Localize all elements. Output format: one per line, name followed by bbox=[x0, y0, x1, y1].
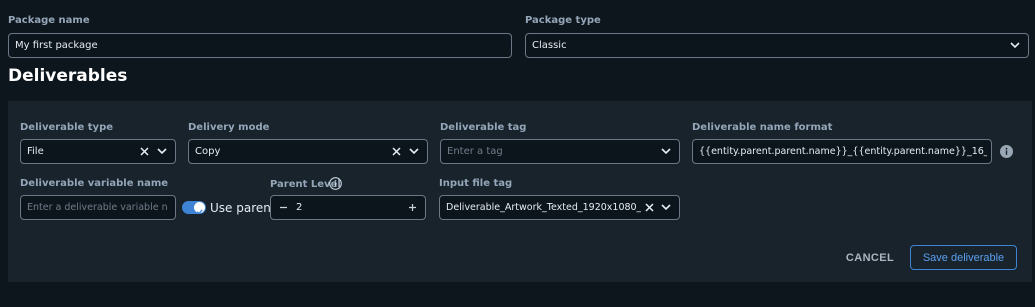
package-type-select[interactable]: Classic bbox=[525, 33, 1029, 58]
parent-level-stepper[interactable]: 2 bbox=[270, 195, 426, 220]
name-format-input[interactable]: {{entity.parent.parent.name}}_{{entity.p… bbox=[692, 139, 992, 164]
info-icon[interactable] bbox=[329, 177, 342, 190]
chevron-down-icon[interactable] bbox=[1010, 42, 1020, 49]
cancel-button[interactable]: CANCEL bbox=[840, 246, 900, 270]
variable-name-input[interactable]: Enter a deliverable variable name bbox=[20, 195, 176, 220]
use-parent-toggle[interactable] bbox=[182, 201, 206, 215]
toggle-knob bbox=[194, 202, 205, 215]
plus-icon[interactable] bbox=[408, 203, 417, 212]
deliverable-type-select[interactable]: File bbox=[20, 139, 176, 164]
clear-icon[interactable] bbox=[645, 203, 654, 212]
package-name-value: My first package bbox=[15, 40, 98, 51]
deliverable-type-value: File bbox=[27, 146, 44, 157]
chevron-down-icon[interactable] bbox=[409, 148, 419, 155]
input-file-tag-value: Deliverable_Artwork_Texted_1920x1080_EN bbox=[446, 202, 641, 213]
clear-icon[interactable] bbox=[392, 147, 401, 156]
name-format-label: Deliverable name format bbox=[692, 122, 833, 133]
variable-name-label: Deliverable variable name bbox=[20, 178, 169, 189]
use-parent-label: Use parent bbox=[210, 201, 276, 215]
chevron-down-icon[interactable] bbox=[661, 204, 671, 211]
delivery-mode-label: Delivery mode bbox=[188, 122, 270, 133]
package-type-value: Classic bbox=[532, 40, 567, 51]
chevron-down-icon[interactable] bbox=[661, 148, 671, 155]
package-type-label: Package type bbox=[525, 15, 601, 26]
section-title: Deliverables bbox=[8, 66, 128, 86]
input-file-tag-select[interactable]: Deliverable_Artwork_Texted_1920x1080_EN bbox=[439, 195, 680, 220]
deliverable-tag-label: Deliverable tag bbox=[440, 122, 527, 133]
parent-level-value: 2 bbox=[296, 202, 303, 213]
deliverable-tag-placeholder: Enter a tag bbox=[447, 146, 503, 157]
chevron-down-icon[interactable] bbox=[157, 148, 167, 155]
deliverable-type-label: Deliverable type bbox=[20, 122, 114, 133]
minus-icon[interactable] bbox=[279, 203, 288, 212]
package-name-input[interactable]: My first package bbox=[8, 33, 512, 58]
delivery-mode-select[interactable]: Copy bbox=[188, 139, 428, 164]
info-icon[interactable] bbox=[1000, 145, 1013, 158]
variable-name-placeholder: Enter a deliverable variable name bbox=[27, 202, 167, 213]
save-deliverable-button[interactable]: Save deliverable bbox=[910, 245, 1017, 270]
delivery-mode-value: Copy bbox=[195, 146, 221, 157]
package-name-label: Package name bbox=[8, 15, 90, 26]
deliverable-tag-select[interactable]: Enter a tag bbox=[440, 139, 680, 164]
input-file-tag-label: Input file tag bbox=[439, 178, 513, 189]
name-format-value: {{entity.parent.parent.name}}_{{entity.p… bbox=[699, 146, 987, 157]
clear-icon[interactable] bbox=[140, 147, 149, 156]
